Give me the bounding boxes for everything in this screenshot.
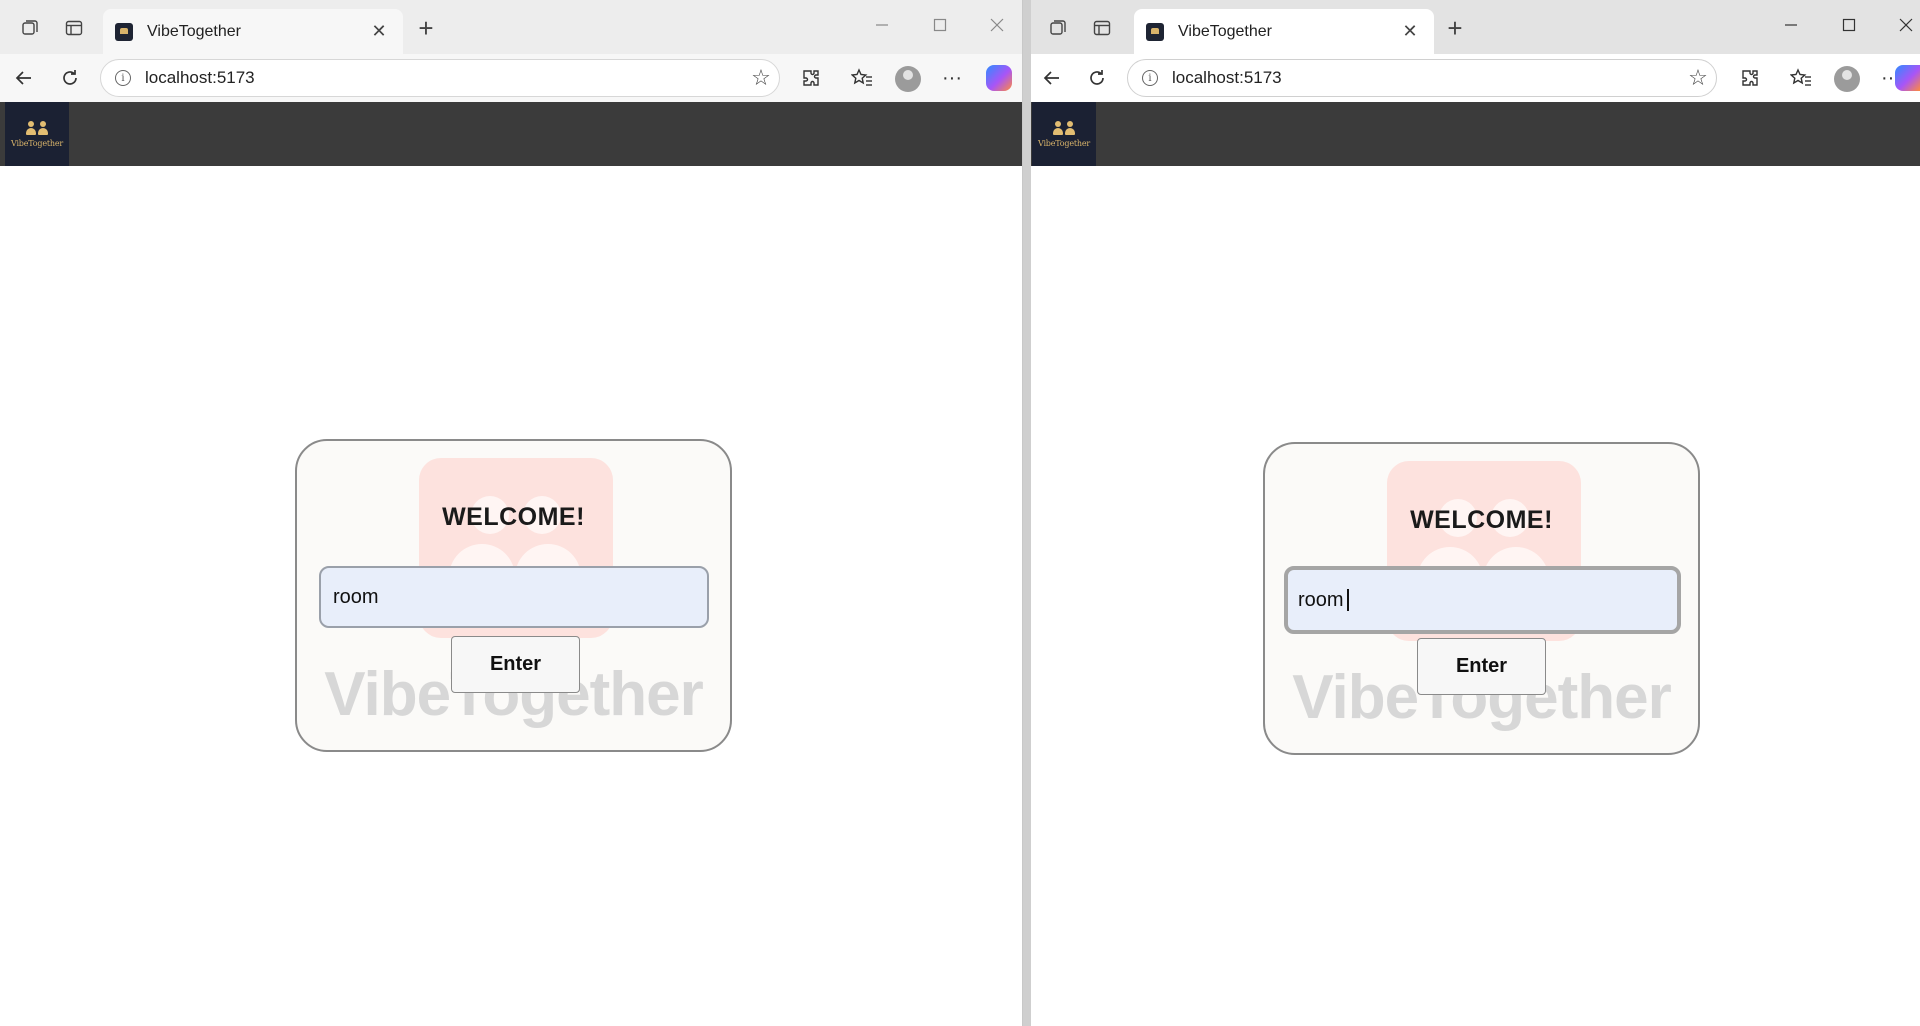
people-icon bbox=[1053, 120, 1075, 135]
tab-strip: VibeTogether ✕ + bbox=[0, 0, 1022, 54]
copilot-icon[interactable] bbox=[1895, 65, 1920, 91]
info-icon[interactable]: i bbox=[115, 70, 131, 86]
browser-tab[interactable]: VibeTogether ✕ bbox=[103, 9, 403, 54]
browser-window-right: VibeTogether ✕ + i localhost:5173 ☆ ··· … bbox=[1031, 0, 1920, 1026]
tab-actions-icon[interactable] bbox=[14, 12, 46, 44]
close-window-icon[interactable] bbox=[977, 10, 1017, 40]
new-tab-icon[interactable]: + bbox=[1439, 12, 1471, 44]
tab-title: VibeTogether bbox=[147, 22, 241, 40]
page-viewport: VibeTogether VibeTogether WELCOME! Enter bbox=[1031, 102, 1920, 1026]
people-icon bbox=[26, 120, 48, 135]
vibetogether-favicon-icon bbox=[1146, 22, 1164, 41]
close-window-icon[interactable] bbox=[1886, 10, 1920, 40]
close-tab-icon[interactable]: ✕ bbox=[1398, 21, 1422, 42]
new-tab-icon[interactable]: + bbox=[410, 12, 442, 44]
enter-button[interactable]: Enter bbox=[451, 636, 580, 693]
profile-avatar-icon[interactable] bbox=[895, 66, 921, 92]
more-icon[interactable]: ··· bbox=[936, 62, 968, 94]
browser-toolbar: i localhost:5173 ☆ ··· bbox=[1031, 54, 1920, 102]
welcome-card: VibeTogether WELCOME! Enter bbox=[1263, 442, 1700, 755]
address-url[interactable]: localhost:5173 bbox=[145, 68, 743, 88]
profile-avatar-icon[interactable] bbox=[1834, 66, 1860, 92]
room-input[interactable] bbox=[1284, 566, 1681, 634]
star-icon[interactable]: ☆ bbox=[1680, 65, 1716, 91]
app-navbar: VibeTogether bbox=[0, 102, 1022, 166]
logo-text: VibeTogether bbox=[1038, 138, 1090, 148]
minimize-icon[interactable] bbox=[862, 10, 902, 40]
logo-text: VibeTogether bbox=[11, 138, 63, 148]
browser-window-left: VibeTogether ✕ + i localhost:5173 ☆ ··· … bbox=[0, 0, 1023, 1026]
refresh-icon[interactable] bbox=[1081, 62, 1113, 94]
puzzle-icon[interactable] bbox=[1734, 62, 1766, 94]
welcome-card: VibeTogether WELCOME! Enter bbox=[295, 439, 732, 752]
back-arrow-icon[interactable] bbox=[1036, 62, 1068, 94]
enter-button[interactable]: Enter bbox=[1417, 638, 1546, 695]
desktop-screen: VibeTogether ✕ + i localhost:5173 ☆ ··· … bbox=[0, 0, 1920, 1026]
address-bar[interactable]: i localhost:5173 ☆ bbox=[100, 59, 780, 97]
window-divider bbox=[1023, 0, 1031, 1026]
vertical-tabs-icon[interactable] bbox=[1086, 12, 1118, 44]
app-logo[interactable]: VibeTogether bbox=[1032, 102, 1096, 166]
welcome-heading: WELCOME! bbox=[1410, 506, 1553, 534]
favorites-icon[interactable] bbox=[846, 62, 878, 94]
room-input[interactable] bbox=[319, 566, 709, 628]
refresh-icon[interactable] bbox=[54, 62, 86, 94]
vibetogether-favicon-icon bbox=[115, 22, 133, 41]
puzzle-icon[interactable] bbox=[795, 62, 827, 94]
maximize-icon[interactable] bbox=[1829, 10, 1869, 40]
back-arrow-icon[interactable] bbox=[8, 62, 40, 94]
address-url[interactable]: localhost:5173 bbox=[1172, 68, 1680, 88]
room-input-focused[interactable] bbox=[1284, 566, 1681, 634]
copilot-icon[interactable] bbox=[986, 65, 1012, 91]
text-caret bbox=[1347, 589, 1349, 611]
info-icon[interactable]: i bbox=[1142, 70, 1158, 86]
app-navbar: VibeTogether bbox=[1031, 102, 1920, 166]
minimize-icon[interactable] bbox=[1771, 10, 1811, 40]
page-viewport: VibeTogether VibeTogether WELCOME! Enter bbox=[0, 102, 1022, 1026]
star-icon[interactable]: ☆ bbox=[743, 65, 779, 91]
favorites-icon[interactable] bbox=[1785, 62, 1817, 94]
tab-title: VibeTogether bbox=[1178, 22, 1272, 40]
app-logo[interactable]: VibeTogether bbox=[5, 102, 69, 166]
close-tab-icon[interactable]: ✕ bbox=[367, 21, 391, 42]
tab-strip: VibeTogether ✕ + bbox=[1031, 0, 1920, 54]
browser-tab[interactable]: VibeTogether ✕ bbox=[1134, 9, 1434, 54]
vertical-tabs-icon[interactable] bbox=[58, 12, 90, 44]
browser-toolbar: i localhost:5173 ☆ ··· bbox=[0, 54, 1022, 102]
tab-actions-icon[interactable] bbox=[1042, 12, 1074, 44]
welcome-heading: WELCOME! bbox=[442, 503, 585, 531]
maximize-icon[interactable] bbox=[920, 10, 960, 40]
address-bar[interactable]: i localhost:5173 ☆ bbox=[1127, 59, 1717, 97]
